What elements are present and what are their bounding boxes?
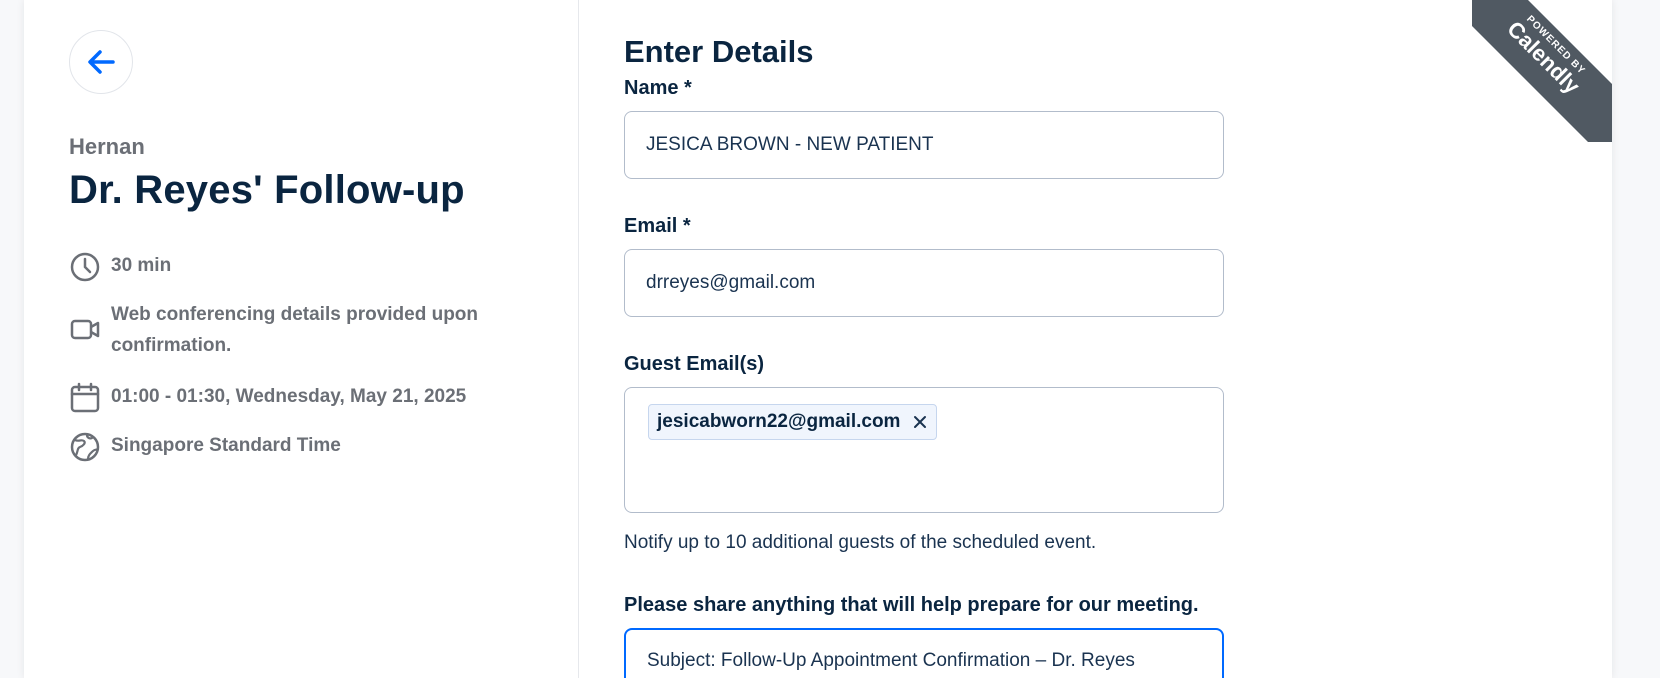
timezone-text: Singapore Standard Time bbox=[111, 435, 341, 456]
event-summary-panel: Hernan Dr. Reyes' Follow-up 30 min Web c… bbox=[24, 0, 579, 678]
back-button[interactable] bbox=[69, 30, 133, 94]
clock-icon bbox=[70, 252, 100, 282]
guest-emails-label: Guest Email(s) bbox=[624, 353, 765, 375]
host-name: Hernan bbox=[69, 134, 145, 159]
conferencing-row: Web conferencing details provided upon c… bbox=[69, 299, 519, 361]
guest-emails-field[interactable]: jesicabworn22@gmail.com bbox=[624, 387, 1224, 513]
booking-card: Hernan Dr. Reyes' Follow-up 30 min Web c… bbox=[24, 0, 1612, 678]
timezone-row: Singapore Standard Time bbox=[69, 430, 341, 463]
globe-icon bbox=[70, 432, 100, 462]
name-field[interactable]: JESICA BROWN - NEW PATIENT bbox=[624, 111, 1224, 179]
share-label: Please share anything that will help pre… bbox=[624, 594, 1199, 616]
email-label: Email * bbox=[624, 215, 691, 237]
email-field[interactable]: drreyes@gmail.com bbox=[624, 249, 1224, 317]
email-value: drreyes@gmail.com bbox=[646, 272, 816, 293]
guest-email-chip-text: jesicabworn22@gmail.com bbox=[657, 411, 901, 432]
name-value: JESICA BROWN - NEW PATIENT bbox=[646, 134, 934, 155]
powered-by-badge[interactable]: POWERED BY Calendly bbox=[1472, 0, 1612, 142]
duration-text: 30 min bbox=[111, 255, 172, 276]
datetime-row: 01:00 - 01:30, Wednesday, May 21, 2025 bbox=[69, 381, 466, 414]
share-value: Subject: Follow-Up Appointment Confirmat… bbox=[647, 650, 1135, 671]
datetime-text: 01:00 - 01:30, Wednesday, May 21, 2025 bbox=[111, 386, 467, 407]
duration-row: 30 min bbox=[69, 250, 171, 283]
arrow-left-icon bbox=[88, 50, 115, 74]
event-title: Dr. Reyes' Follow-up bbox=[69, 168, 465, 212]
guest-email-chip: jesicabworn22@gmail.com bbox=[648, 404, 938, 440]
guest-hint: Notify up to 10 additional guests of the… bbox=[624, 532, 1097, 553]
calendly-ribbon: POWERED BY Calendly bbox=[1472, 0, 1612, 142]
name-label: Name * bbox=[624, 77, 692, 99]
calendar-icon bbox=[70, 382, 100, 413]
form-heading: Enter Details bbox=[624, 34, 814, 69]
remove-guest-icon[interactable] bbox=[912, 414, 928, 430]
share-textarea[interactable]: Subject: Follow-Up Appointment Confirmat… bbox=[624, 628, 1224, 678]
conferencing-text: Web conferencing details provided upon c… bbox=[111, 304, 479, 356]
calendly-brand: Calendly bbox=[1502, 16, 1585, 99]
video-camera-icon bbox=[70, 319, 100, 340]
